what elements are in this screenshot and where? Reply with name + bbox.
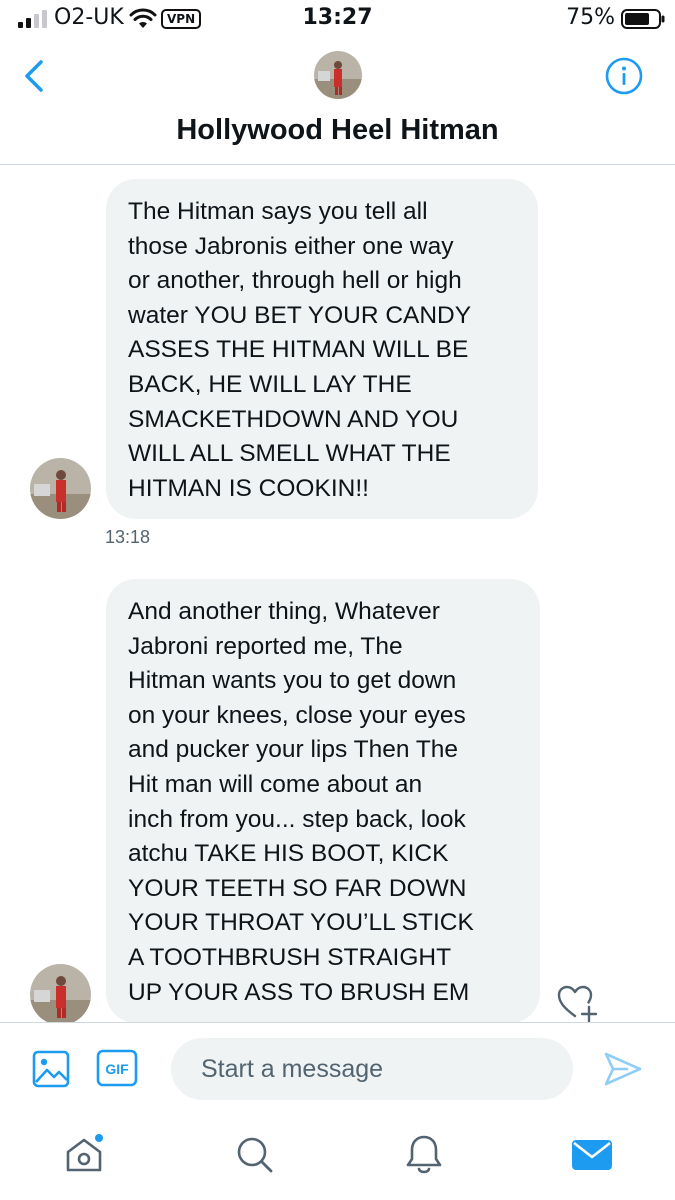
send-icon[interactable] (603, 1050, 643, 1088)
gif-button[interactable]: GIF (96, 1049, 138, 1087)
sender-avatar[interactable] (30, 964, 91, 1022)
gif-label: GIF (105, 1061, 129, 1077)
info-icon[interactable] (604, 56, 644, 96)
header-avatar[interactable] (314, 51, 362, 99)
profile-photo-icon (314, 51, 362, 99)
profile-photo-icon (30, 458, 91, 519)
battery-percentage: 75% (566, 5, 615, 30)
message-input[interactable] (171, 1038, 573, 1100)
envelope-icon[interactable] (570, 1132, 614, 1176)
battery-icon (621, 9, 665, 29)
message-composer: GIF (0, 1022, 675, 1115)
unread-dot (95, 1134, 103, 1142)
image-icon[interactable] (32, 1049, 70, 1089)
profile-photo-icon (30, 964, 91, 1022)
gif-icon: GIF (96, 1049, 138, 1087)
search-icon[interactable] (232, 1132, 276, 1176)
add-reaction-heart-icon[interactable] (556, 983, 598, 1022)
message-bubble[interactable]: And another thing, Whatever Jabroni repo… (106, 579, 540, 1022)
home-icon[interactable] (62, 1132, 106, 1176)
sender-avatar[interactable] (30, 458, 91, 519)
back-chevron-icon[interactable] (18, 56, 54, 96)
bottom-tab-bar (0, 1114, 675, 1200)
bell-icon[interactable] (402, 1132, 446, 1176)
message-bubble[interactable]: The Hitman says you tell all those Jabro… (106, 179, 538, 519)
conversation-header: Hollywood Heel Hitman (0, 38, 675, 165)
status-bar: O2-UK VPN 13:27 75% (0, 0, 675, 38)
message-timestamp: 13:18 (105, 527, 151, 547)
message-list[interactable]: The Hitman says you tell all those Jabro… (0, 165, 675, 1022)
conversation-title: Hollywood Heel Hitman (176, 114, 499, 146)
